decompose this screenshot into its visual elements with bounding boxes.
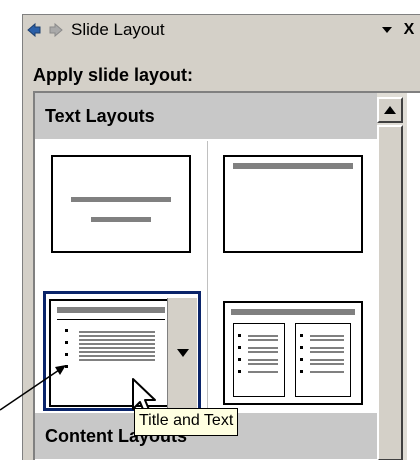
layout-title-and-2-column-text[interactable] [223, 301, 363, 405]
text-layouts-header: Text Layouts [35, 93, 377, 139]
grid-divider [207, 141, 208, 429]
layout-dropdown-button[interactable] [167, 298, 197, 408]
close-button[interactable]: X [398, 19, 420, 41]
screenshot-root: Slide Layout X Apply slide layout: Text … [0, 0, 420, 460]
title-bar [57, 307, 165, 313]
subtitle-bar [91, 217, 151, 222]
layout-list: Text Layouts Content Layouts [33, 91, 420, 460]
apply-layout-label: Apply slide layout: [33, 65, 194, 85]
task-pane-title: Slide Layout [71, 20, 165, 39]
title-bar [231, 309, 355, 315]
scroll-up-button[interactable] [377, 97, 403, 123]
title-bar [233, 163, 353, 169]
chevron-up-icon [384, 106, 396, 114]
divider-line [57, 319, 165, 320]
chevron-down-icon [176, 349, 189, 357]
chevron-down-icon[interactable] [376, 19, 398, 41]
vertical-scrollbar[interactable] [377, 93, 407, 460]
layout-title-slide[interactable] [51, 155, 191, 253]
right-column-lines [300, 334, 344, 373]
left-column-box [233, 323, 285, 397]
right-column-box [295, 323, 351, 397]
bullet-text-lines [65, 329, 155, 368]
layout-tooltip: Title and Text [134, 408, 239, 436]
layout-title-only[interactable] [223, 155, 363, 253]
task-pane: Slide Layout X Apply slide layout: Text … [22, 14, 420, 460]
scroll-thumb[interactable] [377, 125, 403, 460]
text-layouts-grid [35, 141, 377, 429]
task-pane-titlebar: Slide Layout X [23, 15, 420, 45]
left-column-lines [238, 334, 278, 373]
title-bar [71, 197, 171, 202]
forward-arrow-icon[interactable] [45, 19, 67, 41]
back-arrow-icon[interactable] [23, 19, 45, 41]
